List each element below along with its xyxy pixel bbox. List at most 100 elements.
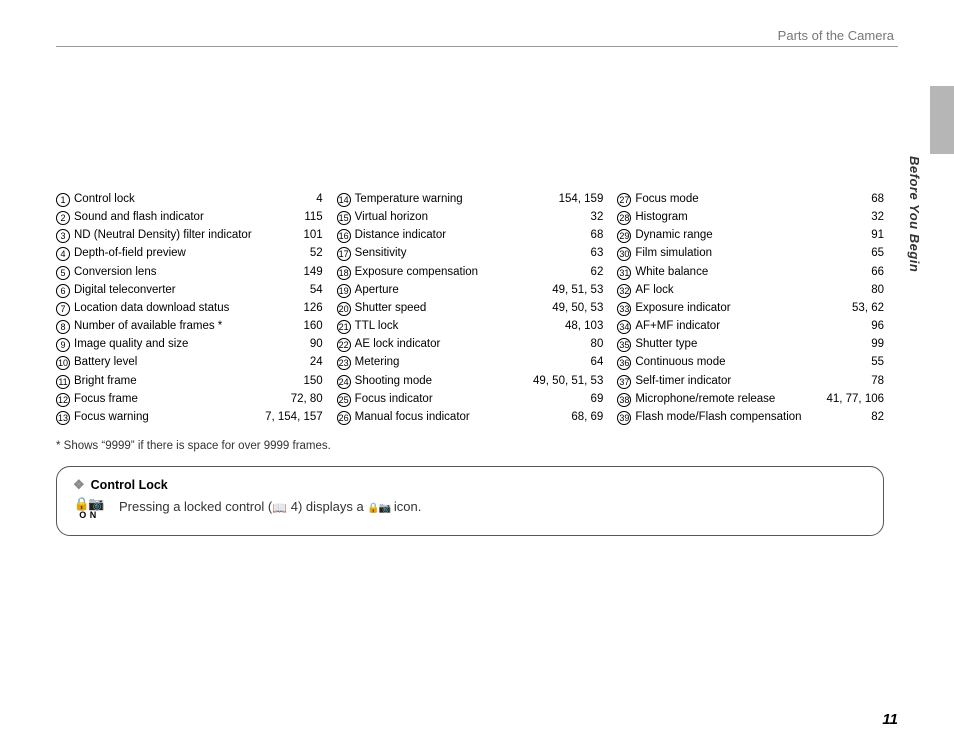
index-pages: 69: [591, 390, 604, 408]
index-row: 32AF lock80: [617, 281, 884, 299]
circled-number: 19: [337, 284, 351, 298]
index-pages: 150: [303, 372, 322, 390]
index-label: AE lock indicator: [355, 335, 441, 353]
index-row: 24 Shooting mode 49, 50, 51, 53: [337, 372, 604, 390]
index-pages: 48, 103: [565, 317, 603, 335]
index-label: Self-timer indicator: [635, 372, 731, 390]
index-label: AF lock: [635, 281, 673, 299]
index-label: Virtual horizon: [355, 208, 428, 226]
index-label: Dynamic range: [635, 226, 712, 244]
index-label: Digital teleconverter: [74, 281, 176, 299]
index-label: Shooting mode: [355, 372, 432, 390]
index-pages: 65: [871, 244, 884, 262]
index-label: Sensitivity: [355, 244, 407, 262]
gear-icon: ❖: [73, 477, 85, 493]
index-pages: 90: [310, 335, 323, 353]
index-row: 38Microphone/remote release41, 77, 106: [617, 390, 884, 408]
circled-number: 24: [337, 375, 351, 389]
circled-number: 23: [337, 356, 351, 370]
index-pages: 149: [303, 263, 322, 281]
circled-number: 38: [617, 393, 631, 407]
index-label: Shutter type: [635, 335, 697, 353]
circled-number: 22: [337, 338, 351, 352]
callout-text: Pressing a locked control (📖 4) displays…: [119, 497, 421, 515]
circled-number: 9: [56, 338, 70, 352]
index-row: 33Exposure indicator53, 62: [617, 299, 884, 317]
index-label: Focus frame: [74, 390, 138, 408]
lock-camera-icon: 🔒📷 O N: [73, 497, 103, 521]
index-pages: 41, 77, 106: [826, 390, 884, 408]
index-pages: 80: [871, 281, 884, 299]
circled-number: 16: [337, 229, 351, 243]
index-label: Number of available frames *: [74, 317, 222, 335]
index-row: 13Focus warning7, 154, 157: [56, 408, 323, 426]
index-pages: 49, 50, 51, 53: [533, 372, 603, 390]
index-label: Histogram: [635, 208, 687, 226]
circled-number: 20: [337, 302, 351, 316]
index-row: 12Focus frame72, 80: [56, 390, 323, 408]
index-label: Distance indicator: [355, 226, 446, 244]
index-row: 34AF+MF indicator96: [617, 317, 884, 335]
lock-camera-small-icon: 🔒📷: [367, 503, 390, 514]
index-row: 39Flash mode/Flash compensation82: [617, 408, 884, 426]
index-pages: 68: [591, 226, 604, 244]
index-row: 7Location data download status126: [56, 299, 323, 317]
index-row: 1Control lock4: [56, 190, 323, 208]
index-row: 6Digital teleconverter54: [56, 281, 323, 299]
callout-title: Control Lock: [91, 478, 168, 492]
index-row: 17Sensitivity63: [337, 244, 604, 262]
circled-number: 34: [617, 320, 631, 334]
index-pages: 126: [303, 299, 322, 317]
index-row: 16 Distance indicator 68: [337, 226, 604, 244]
index-label: Image quality and size: [74, 335, 188, 353]
index-label: Exposure compensation: [355, 263, 478, 281]
circled-number: 30: [617, 247, 631, 261]
index-row: 28Histogram32: [617, 208, 884, 226]
index-label: Focus mode: [635, 190, 698, 208]
index-label: Focus warning: [74, 408, 149, 426]
index-row: 5Conversion lens149: [56, 263, 323, 281]
index-pages: 160: [303, 317, 322, 335]
circled-number: 14: [337, 193, 351, 207]
index-label: Continuous mode: [635, 353, 725, 371]
circled-number: 29: [617, 229, 631, 243]
index-row: 21TTL lock48, 103: [337, 317, 604, 335]
circled-number: 25: [337, 393, 351, 407]
page-number: 11: [882, 711, 898, 728]
header-rule: [56, 46, 898, 47]
circled-number: 28: [617, 211, 631, 225]
index-pages: 53, 62: [852, 299, 884, 317]
index-pages: 4: [316, 190, 322, 208]
index-row: 36Continuous mode55: [617, 353, 884, 371]
circled-number: 27: [617, 193, 631, 207]
index-label: Control lock: [74, 190, 135, 208]
circled-number: 4: [56, 247, 70, 261]
circled-number: 12: [56, 393, 70, 407]
index-label: Manual focus indicator: [355, 408, 470, 426]
index-label: ND (Neutral Density) filter indicator: [74, 226, 252, 244]
index-pages: 78: [871, 372, 884, 390]
index-pages: 80: [591, 335, 604, 353]
index-pages: 99: [871, 335, 884, 353]
circled-number: 37: [617, 375, 631, 389]
index-row: 23Metering64: [337, 353, 604, 371]
index-pages: 66: [871, 263, 884, 281]
index-row: 4Depth-of-field preview52: [56, 244, 323, 262]
section-title: Parts of the Camera: [778, 28, 894, 43]
index-pages: 91: [871, 226, 884, 244]
index-label: Aperture: [355, 281, 399, 299]
circled-number: 26: [337, 411, 351, 425]
index-row: 26Manual focus indicator68, 69: [337, 408, 604, 426]
circled-number: 35: [617, 338, 631, 352]
index-label: Conversion lens: [74, 263, 156, 281]
index-row: 20Shutter speed49, 50, 53: [337, 299, 604, 317]
index-pages: 52: [310, 244, 323, 262]
index-row: 9 Image quality and size 90: [56, 335, 323, 353]
index-label: Exposure indicator: [635, 299, 730, 317]
index-label: TTL lock: [355, 317, 399, 335]
index-label: Sound and flash indicator: [74, 208, 204, 226]
index-pages: 64: [591, 353, 604, 371]
circled-number: 7: [56, 302, 70, 316]
index-label: Bright frame: [74, 372, 137, 390]
index-label: White balance: [635, 263, 708, 281]
